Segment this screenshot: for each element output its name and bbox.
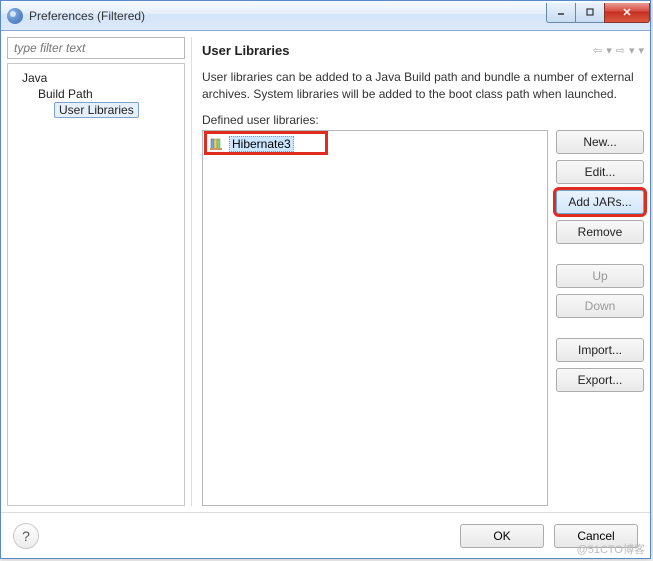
left-pane: Java Build Path User Libraries	[7, 37, 185, 506]
remove-button[interactable]: Remove	[556, 220, 644, 244]
tree-item-build-path[interactable]: Build Path	[38, 86, 180, 102]
library-icon	[209, 136, 225, 152]
defined-libraries-label: Defined user libraries:	[202, 113, 644, 127]
page-description: User libraries can be added to a Java Bu…	[202, 69, 644, 103]
add-jars-button[interactable]: Add JARs...	[556, 190, 644, 214]
preference-tree[interactable]: Java Build Path User Libraries	[7, 63, 185, 506]
history-nav: ⇦ ▾ ⇨ ▾ ▾	[593, 44, 644, 57]
import-button[interactable]: Import...	[556, 338, 644, 362]
down-button[interactable]: Down	[556, 294, 644, 318]
section-header: User Libraries ⇦ ▾ ⇨ ▾ ▾	[202, 37, 644, 63]
ok-button[interactable]: OK	[460, 524, 544, 548]
app-icon	[7, 8, 23, 24]
view-menu-icon[interactable]: ▾	[638, 44, 644, 57]
window-title: Preferences (Filtered)	[29, 9, 547, 23]
help-button[interactable]: ?	[13, 523, 39, 549]
close-button[interactable]	[604, 3, 650, 23]
preferences-window: Preferences (Filtered) Java Build Path U…	[0, 0, 651, 559]
library-list[interactable]: Hibernate3	[202, 130, 548, 506]
back-icon[interactable]: ⇦	[593, 44, 602, 57]
minimize-button[interactable]	[546, 3, 576, 23]
dialog-body: Java Build Path User Libraries User Libr…	[1, 31, 650, 558]
titlebar[interactable]: Preferences (Filtered)	[1, 1, 650, 31]
content-area: Java Build Path User Libraries User Libr…	[1, 31, 650, 512]
bottom-bar: ? OK Cancel	[1, 512, 650, 558]
forward-icon[interactable]: ⇨	[616, 44, 625, 57]
up-button[interactable]: Up	[556, 264, 644, 288]
right-pane: User Libraries ⇦ ▾ ⇨ ▾ ▾ User libraries …	[191, 37, 644, 506]
new-button[interactable]: New...	[556, 130, 644, 154]
window-controls	[547, 3, 650, 23]
library-name: Hibernate3	[229, 136, 294, 152]
tree-item-user-libraries[interactable]: User Libraries	[54, 102, 139, 118]
forward-menu-icon[interactable]: ▾	[629, 44, 635, 57]
filter-input[interactable]	[7, 37, 185, 59]
export-button[interactable]: Export...	[556, 368, 644, 392]
page-title: User Libraries	[202, 43, 593, 58]
back-menu-icon[interactable]: ▾	[606, 44, 612, 57]
libraries-row: Hibernate3 New... Edit... Add JARs... Re…	[202, 130, 644, 506]
maximize-button[interactable]	[575, 3, 605, 23]
list-item[interactable]: Hibernate3	[207, 135, 543, 153]
button-column: New... Edit... Add JARs... Remove Up Dow…	[556, 130, 644, 506]
tree-item-java[interactable]: Java	[22, 70, 180, 86]
cancel-button[interactable]: Cancel	[554, 524, 638, 548]
edit-button[interactable]: Edit...	[556, 160, 644, 184]
